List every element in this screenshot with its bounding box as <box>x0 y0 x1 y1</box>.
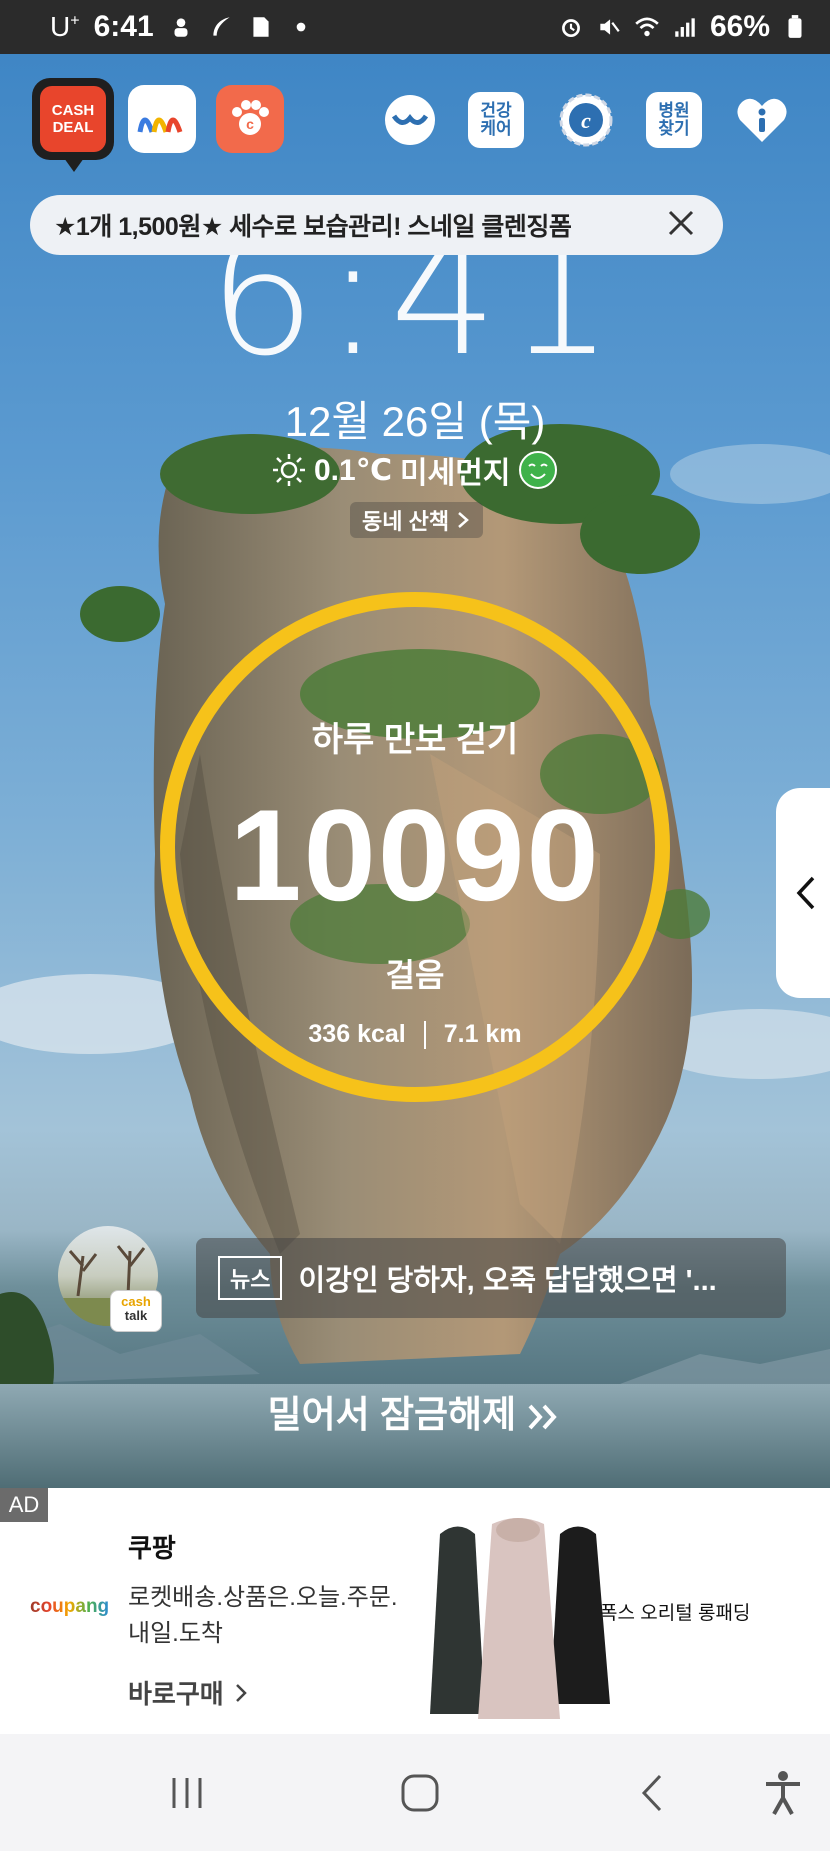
walk-link-label: 동네 산책 <box>362 509 450 534</box>
step-title: 하루 만보 걷기 <box>311 721 519 759</box>
info-heart-icon[interactable] <box>734 92 790 148</box>
cashtalk-label-1: cash <box>121 1294 151 1309</box>
home-icon[interactable] <box>395 1768 445 1818</box>
carrier-label: U+ <box>50 11 80 42</box>
side-panel-handle[interactable] <box>776 788 830 998</box>
dot-icon <box>296 22 305 32</box>
status-time: 6:41 <box>93 10 154 43</box>
ad-title: 쿠팡 <box>128 1533 176 1563</box>
swipe-to-unlock[interactable]: 밀어서 잠금해제 <box>0 1384 830 1438</box>
hospital-label-2: 찾기 <box>658 119 690 138</box>
coupang-logo: coupang <box>30 1596 109 1618</box>
alarm-icon <box>562 19 580 38</box>
weather-widget[interactable]: 0.1℃ 미세먼지 <box>272 448 558 492</box>
dust-good-face-icon <box>519 451 558 489</box>
ad-badge: AD <box>0 1488 48 1522</box>
paw-icon: c <box>232 100 269 135</box>
distance: 7.1 km <box>443 1020 522 1048</box>
ad-description: 로켓배송.상품은.오늘.주문.내일.도착 <box>128 1584 398 1647</box>
back-icon[interactable] <box>628 1768 678 1818</box>
cashdeal-label-1: CASH <box>51 102 95 119</box>
step-unit: 걸음 <box>385 957 445 993</box>
wave-app-icon[interactable] <box>128 85 196 153</box>
unlock-label: 밀어서 잠금해제 <box>267 1394 517 1435</box>
navigation-bar <box>0 1734 830 1851</box>
recent-apps-icon[interactable] <box>162 1768 212 1818</box>
hospital-finder-button[interactable]: 병원 찾기 <box>646 92 702 148</box>
health-label-1: 건강 <box>480 101 512 120</box>
mask-icon[interactable] <box>382 92 438 148</box>
temperature: 0.1℃ <box>314 453 393 487</box>
walk-link[interactable]: 동네 산책 <box>350 502 484 538</box>
wifi-icon <box>635 17 659 37</box>
chevron-right-icon <box>458 512 469 528</box>
health-care-button[interactable]: 건강 케어 <box>468 92 524 148</box>
chevron-left-icon <box>796 876 815 910</box>
cashdeal-label-2: DEAL <box>52 119 94 136</box>
wave-logo-icon <box>137 117 183 133</box>
coupang-logo-text: coupang <box>30 1596 110 1617</box>
cashdeal-pointer-icon <box>64 158 84 172</box>
double-chevron-right-icon <box>528 1404 558 1430</box>
promo-text: ★1개 1,500원★ 세수로 보습관리! 스네일 클렌징폼 <box>54 213 572 241</box>
ad-banner[interactable]: AD coupang 쿠팡 로켓배송.상품은.오늘.주문.내일.도착 바로구매 … <box>0 1488 830 1734</box>
stats-divider <box>423 1021 426 1050</box>
hospital-label-1: 병원 <box>658 101 690 120</box>
lockscreen-date: 12월 26일 (목) <box>284 398 546 445</box>
news-headline: 이강인 당하자, 오죽 답답했으면 '... <box>298 1265 717 1297</box>
coin-icon[interactable]: c <box>558 92 614 148</box>
signal-icon <box>675 18 695 37</box>
health-label-2: 케어 <box>480 119 512 138</box>
news-tag: 뉴스 <box>218 1256 283 1300</box>
notification-icon <box>174 18 188 37</box>
accessibility-icon[interactable] <box>758 1768 808 1818</box>
chevron-right-icon <box>235 1683 247 1702</box>
feather-icon <box>213 17 230 36</box>
calories: 336 kcal <box>308 1020 406 1048</box>
status-bar: U+ 6:41 66% <box>0 0 830 54</box>
close-icon[interactable] <box>665 207 697 239</box>
mute-icon <box>600 19 620 35</box>
buy-now-label: 바로구매 <box>128 1679 224 1709</box>
battery-percent: 66% <box>709 10 770 43</box>
step-stats: 336 kcal 7.1 km <box>0 1020 830 1050</box>
promo-banner[interactable]: ★1개 1,500원★ 세수로 보습관리! 스네일 클렌징폼 <box>30 195 723 255</box>
padding-coats-image <box>430 1518 610 1719</box>
cashtalk-badge: cash talk <box>110 1290 162 1332</box>
document-icon <box>253 17 269 37</box>
dust-label: 미세먼지 <box>400 457 511 490</box>
cashdeal-app-icon[interactable]: CASH DEAL <box>32 78 114 160</box>
pet-app-icon[interactable]: c <box>216 85 284 153</box>
sun-icon <box>273 454 305 486</box>
ad-product-name: 폭스 오리털 롱패딩 <box>600 1603 751 1624</box>
buy-now-button[interactable]: 바로구매 <box>128 1674 248 1711</box>
step-count: 10090 <box>229 782 601 928</box>
battery-icon <box>788 15 802 38</box>
cashtalk-label-2: talk <box>124 1308 148 1323</box>
news-ticker[interactable]: 뉴스 이강인 당하자, 오죽 답답했으면 '... <box>196 1238 786 1318</box>
svg-text:c: c <box>581 108 591 133</box>
svg-text:c: c <box>246 116 254 132</box>
